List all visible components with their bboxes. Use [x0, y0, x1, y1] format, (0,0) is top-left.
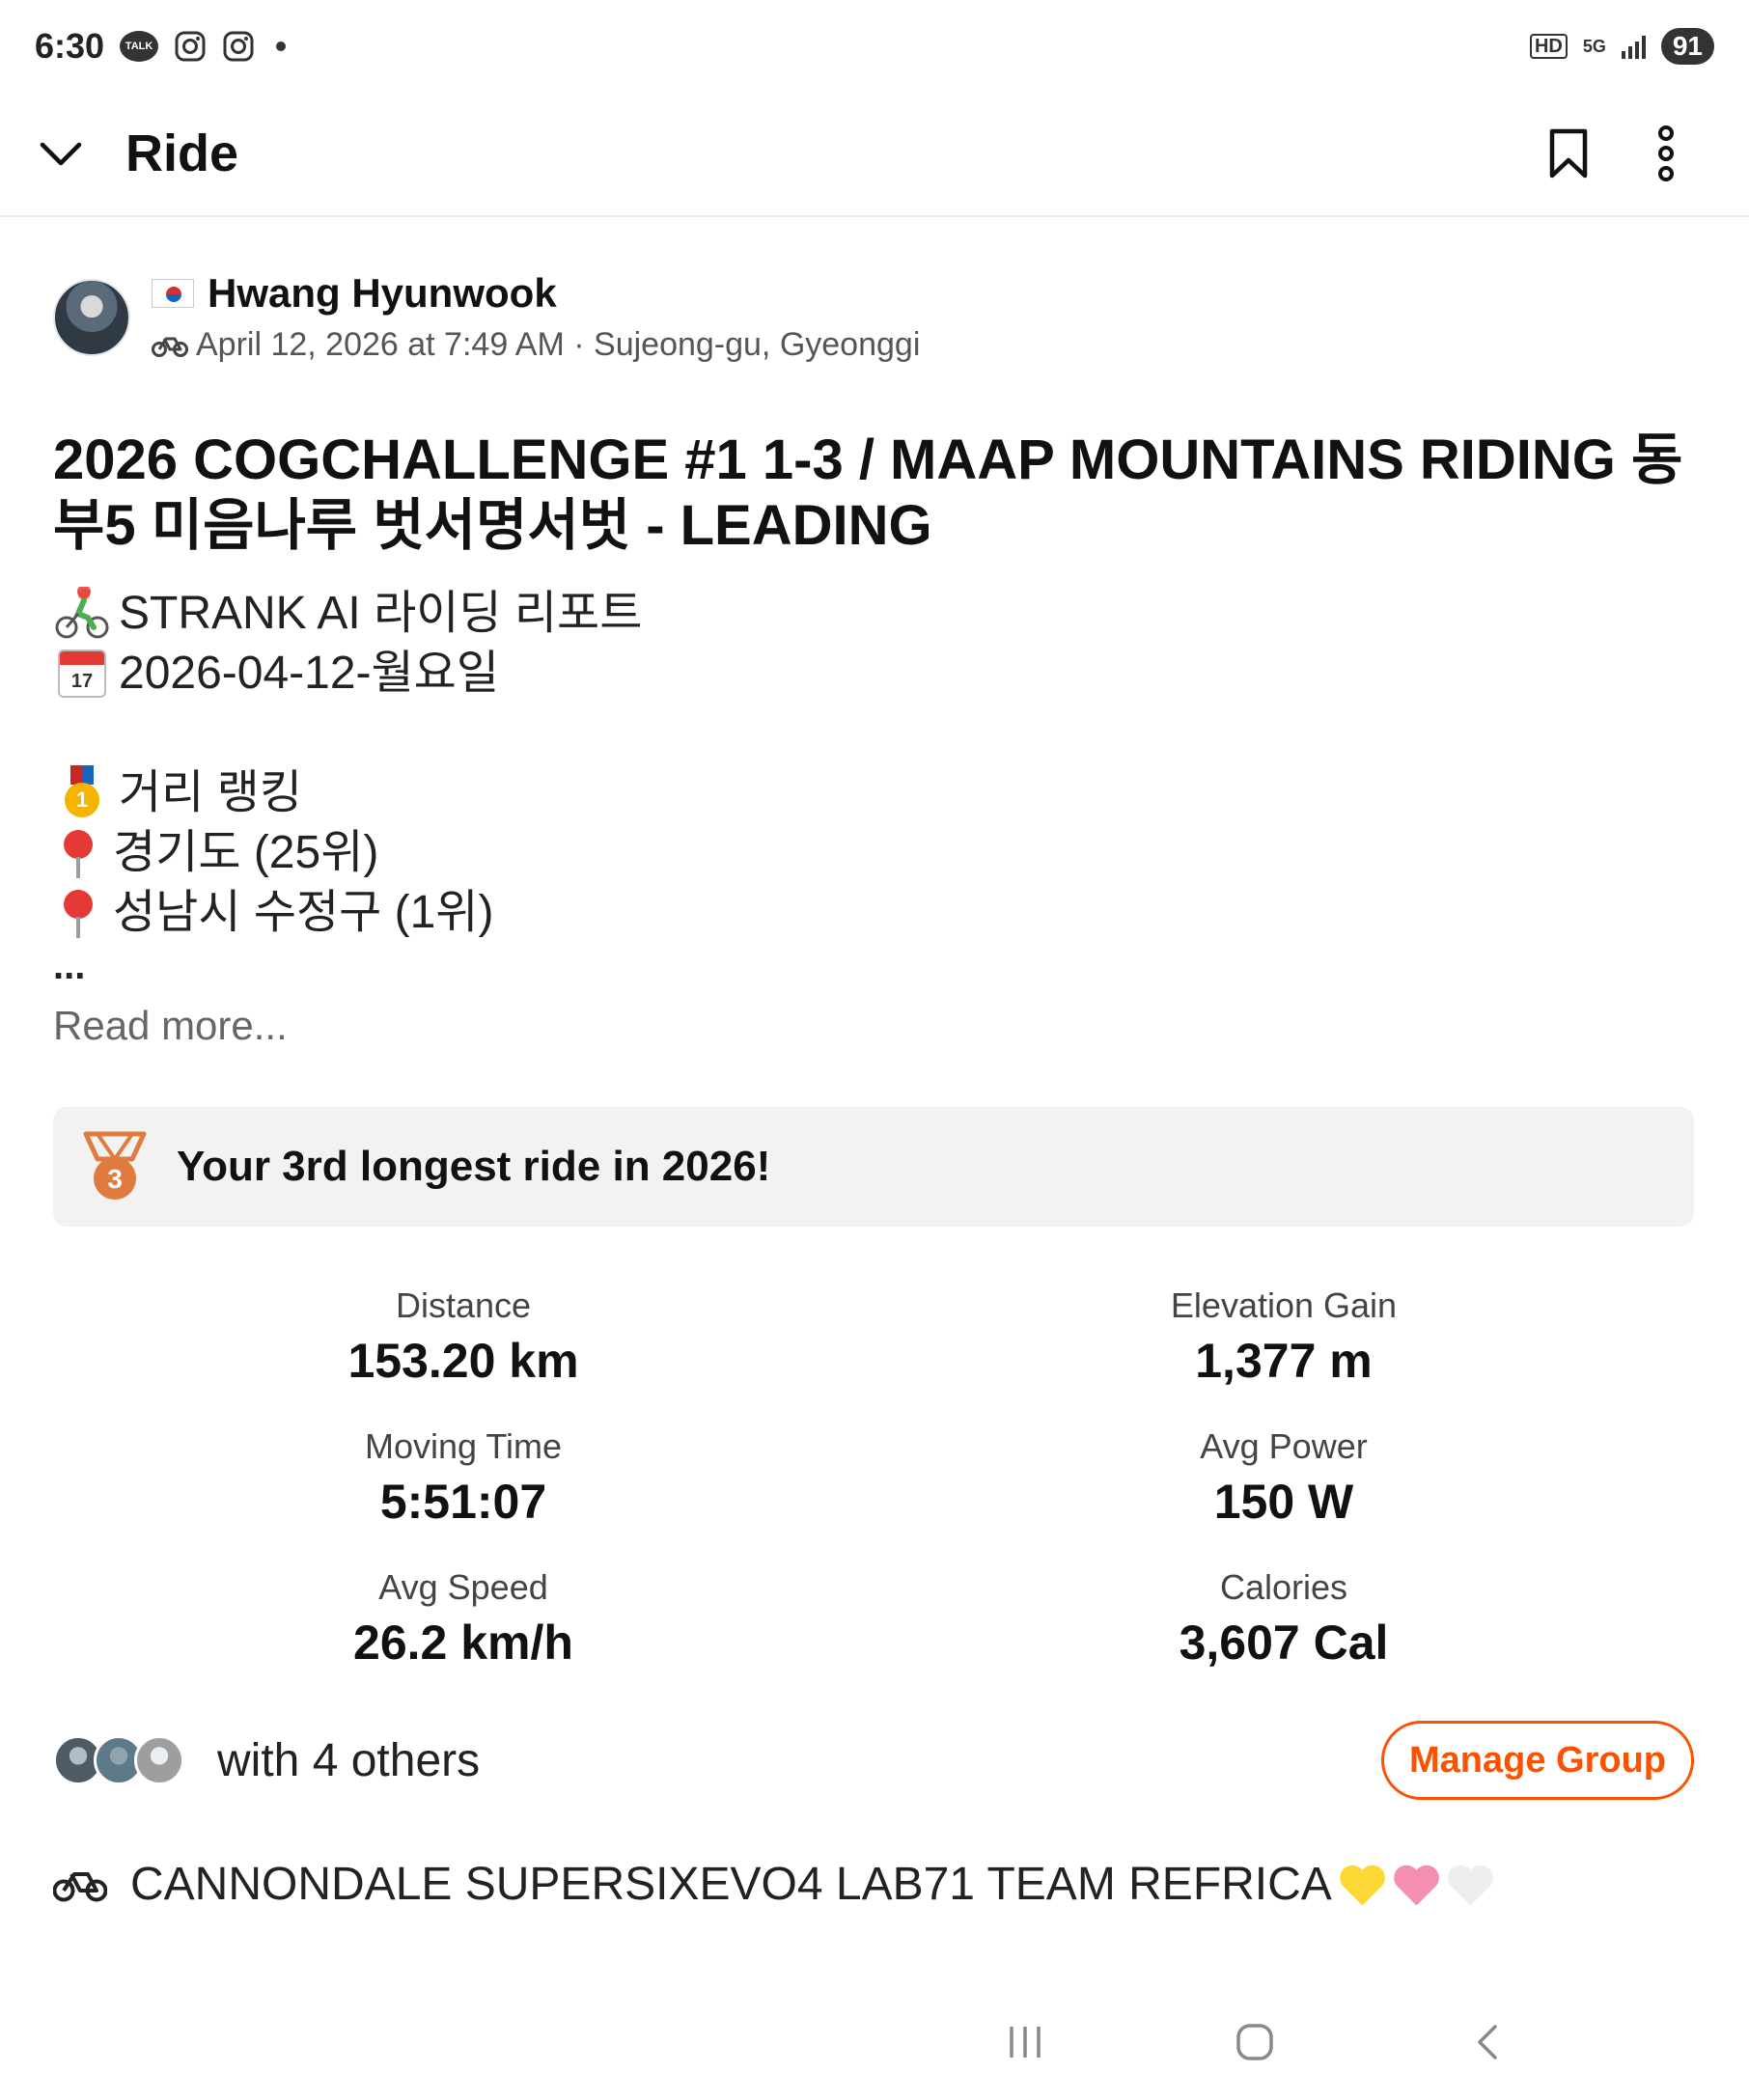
stat-value: 3,607 Cal: [1179, 1616, 1389, 1670]
description-line: STRANK AI 라이딩 리포트: [53, 584, 1694, 644]
stat-value: 153.20 km: [347, 1334, 579, 1388]
athlete-name-line: Hwang Hyunwook: [152, 270, 920, 317]
stat-label: Calories: [1219, 1567, 1348, 1607]
svg-text:3: 3: [107, 1164, 123, 1194]
calendar-emoji-icon: 17: [53, 649, 111, 698]
ride-activity-screen: 6:30 TALK HD 5G 91 Ride Hwang Hyunwook A…: [0, 0, 1749, 2100]
pin-emoji-icon: [59, 886, 97, 940]
description-date: 2026-04-12-월요일: [119, 648, 499, 699]
activity-content: Hwang Hyunwook April 12, 2026 at 7:49 AM…: [53, 270, 1694, 1911]
stat-elevation-gain: Elevation Gain 1,377 m: [874, 1285, 1694, 1391]
status-time: 6:30: [35, 25, 105, 66]
bookmark-icon[interactable]: [1548, 127, 1589, 180]
activity-description: STRANK AI 라이딩 리포트 17 2026-04-12-월요일 거리 랭…: [53, 584, 1694, 943]
stat-label: Distance: [395, 1285, 532, 1325]
white-heart-icon: [1446, 1863, 1494, 1907]
description-line: 성남시 수정구 (1위): [53, 883, 1694, 943]
south-korea-flag-icon: [152, 279, 194, 308]
stat-value: 1,377 m: [1195, 1334, 1373, 1388]
stat-value: 5:51:07: [379, 1475, 547, 1529]
with-others-text[interactable]: with 4 others: [217, 1734, 480, 1787]
heart-emojis: [1332, 1863, 1494, 1907]
pin-emoji-icon: [59, 826, 97, 880]
app-bar: Ride: [0, 92, 1749, 217]
instagram-notification-icon: [175, 31, 206, 61]
stat-avg-power: Avg Power 150 W: [874, 1425, 1694, 1532]
bike-icon: [152, 337, 188, 357]
bike-icon: [53, 1871, 107, 1901]
signal-strength-icon: [1621, 34, 1646, 59]
more-vertical-icon[interactable]: [1656, 125, 1676, 181]
gold-medal-emoji-icon: [53, 765, 111, 821]
yellow-heart-icon: [1338, 1863, 1386, 1907]
home-icon[interactable]: [1216, 2013, 1293, 2071]
more-notifications-dot-icon: [276, 41, 287, 51]
manage-group-button[interactable]: Manage Group: [1380, 1721, 1694, 1800]
stat-value: 150 W: [1213, 1475, 1354, 1529]
group-avatars[interactable]: [53, 1735, 184, 1785]
gear-name[interactable]: CANNONDALE SUPERSIXEVO4 LAB71 TEAM REFRI…: [130, 1858, 1332, 1911]
status-bar: 6:30 TALK HD 5G 91: [0, 0, 1749, 92]
stat-label: Avg Speed: [378, 1567, 548, 1607]
achievement-text: Your 3rd longest ride in 2026!: [177, 1143, 771, 1190]
avatar: [134, 1735, 184, 1785]
achievement-banner[interactable]: 3 Your 3rd longest ride in 2026!: [53, 1107, 1694, 1227]
description-ranking-heading: 거리 랭킹: [119, 767, 302, 818]
activity-date-location: April 12, 2026 at 7:49 AM · Sujeong-gu, …: [196, 326, 921, 363]
description-ai-report: STRANK AI 라이딩 리포트: [119, 588, 643, 639]
description-ranking-district: 성남시 수정구 (1위): [113, 887, 494, 938]
hd-voice-icon: HD: [1529, 33, 1568, 59]
back-icon[interactable]: [1448, 2013, 1525, 2071]
stat-distance: Distance 153.20 km: [53, 1285, 874, 1391]
page-title: Ride: [125, 124, 239, 182]
description-ellipsis: ...: [53, 945, 86, 987]
activity-meta: April 12, 2026 at 7:49 AM · Sujeong-gu, …: [152, 326, 920, 364]
cyclist-emoji-icon: [55, 587, 109, 639]
stat-moving-time: Moving Time 5:51:07: [53, 1425, 874, 1532]
chevron-down-icon[interactable]: [39, 139, 83, 168]
avatar[interactable]: [53, 278, 130, 356]
recent-apps-icon[interactable]: [986, 2013, 1064, 2071]
athlete-info: Hwang Hyunwook April 12, 2026 at 7:49 AM…: [152, 270, 920, 364]
activity-title: 2026 COGCHALLENGE #1 1-3 / MAAP MOUNTAIN…: [53, 428, 1683, 557]
gear-row: CANNONDALE SUPERSIXEVO4 LAB71 TEAM REFRI…: [53, 1858, 1694, 1911]
battery-indicator: 91: [1660, 27, 1714, 65]
network-type-icon: 5G: [1582, 36, 1606, 56]
status-left: 6:30 TALK: [35, 25, 287, 67]
stat-label: Elevation Gain: [1170, 1285, 1398, 1325]
description-line: 17 2026-04-12-월요일: [53, 644, 1694, 704]
kakaotalk-notification-icon: TALK: [120, 30, 159, 62]
athlete-name[interactable]: Hwang Hyunwook: [208, 270, 557, 317]
bronze-medal-icon: 3: [83, 1131, 147, 1200]
pink-heart-icon: [1392, 1863, 1440, 1907]
read-more-link[interactable]: Read more...: [53, 1003, 1694, 1049]
app-bar-actions: [1548, 125, 1676, 181]
stat-avg-speed: Avg Speed 26.2 km/h: [53, 1566, 874, 1672]
description-line: 거리 랭킹: [53, 763, 1694, 823]
system-navigation-bar: [0, 1984, 1749, 2100]
group-row: with 4 others Manage Group: [53, 1721, 1694, 1800]
athlete-header: Hwang Hyunwook April 12, 2026 at 7:49 AM…: [53, 270, 1694, 364]
description-ranking-province: 경기도 (25위): [113, 827, 379, 878]
status-right: HD 5G 91: [1529, 27, 1714, 65]
description-line: 경기도 (25위): [53, 823, 1694, 883]
stat-calories: Calories 3,607 Cal: [874, 1566, 1694, 1672]
stat-value: 26.2 km/h: [353, 1616, 573, 1670]
instagram-notification-icon: [223, 31, 254, 61]
stat-label: Avg Power: [1200, 1426, 1368, 1466]
stats-grid: Distance 153.20 km Elevation Gain 1,377 …: [53, 1285, 1694, 1672]
stat-label: Moving Time: [364, 1426, 563, 1466]
